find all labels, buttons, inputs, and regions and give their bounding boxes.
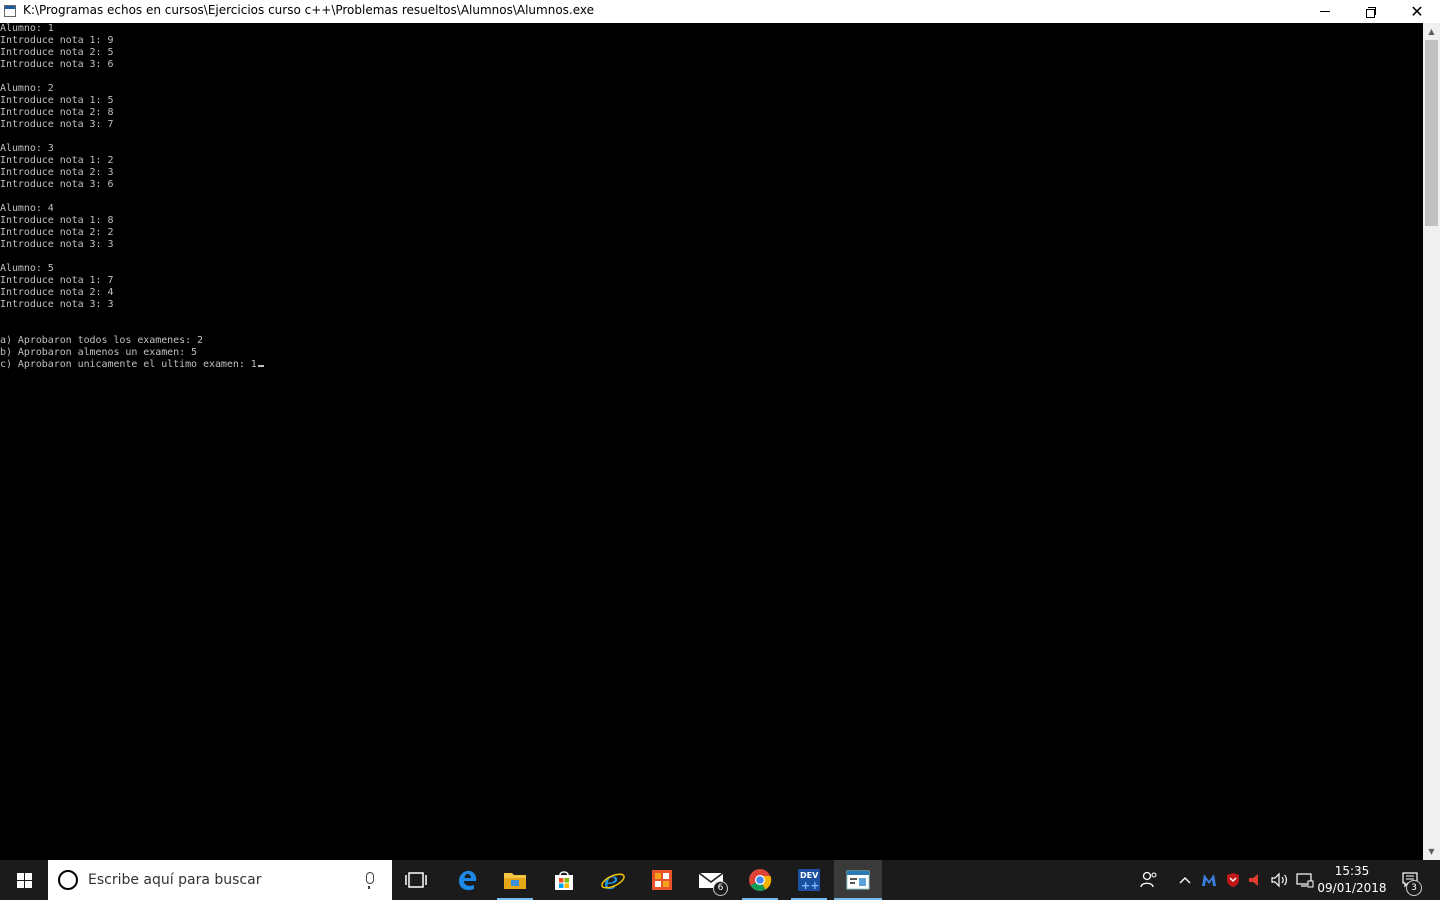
console-app-icon[interactable]: [4, 5, 16, 17]
microphone-icon[interactable]: [366, 872, 374, 889]
tray-malwarebytes[interactable]: [1199, 860, 1219, 900]
volume-icon: [1271, 872, 1287, 888]
tray-mcafee[interactable]: [1223, 860, 1243, 900]
clock-time: 15:35: [1334, 864, 1370, 878]
vertical-scrollbar[interactable]: ▲ ▼: [1423, 23, 1440, 860]
arrow-down-icon: ▼: [1428, 847, 1435, 856]
taskbar-file-explorer[interactable]: [491, 860, 539, 900]
people-button[interactable]: [1136, 860, 1162, 900]
office-app-icon: [652, 870, 672, 890]
restore-icon: [1366, 6, 1376, 18]
show-hidden-icons-button[interactable]: [1174, 860, 1196, 900]
taskbar-mail[interactable]: 6: [687, 860, 735, 900]
console-window-icon: [846, 870, 870, 890]
taskbar-console-app[interactable]: [834, 860, 882, 900]
task-view-icon: [405, 872, 427, 888]
tray-audio-app[interactable]: [1245, 860, 1265, 900]
taskbar-clock[interactable]: 15:35 09/01/2018: [1312, 860, 1392, 900]
shield-icon: [1227, 873, 1239, 887]
speaker-red-icon: [1249, 874, 1258, 886]
arrow-up-icon: ▲: [1428, 27, 1435, 36]
search-placeholder: Escribe aquí para buscar: [88, 872, 262, 888]
taskbar-internet-explorer[interactable]: e: [589, 860, 637, 900]
clock-date: 09/01/2018: [1317, 881, 1387, 895]
minimize-icon: [1320, 11, 1330, 12]
taskbar-edge[interactable]: [443, 860, 491, 900]
chevron-up-icon: [1179, 877, 1191, 884]
notification-count-badge: 3: [1406, 880, 1422, 896]
window-title: K:\Programas echos en cursos\Ejercicios …: [23, 3, 595, 17]
cortana-icon: [58, 870, 78, 890]
task-view-button[interactable]: [392, 860, 440, 900]
close-button[interactable]: ✕: [1394, 0, 1440, 23]
console-lines: Alumno: 1 Introduce nota 1: 9 Introduce …: [0, 23, 257, 370]
windows-logo-icon: [16, 872, 32, 888]
start-button[interactable]: [0, 860, 48, 900]
volume-button[interactable]: [1269, 860, 1291, 900]
console-text: Alumno: 1 Introduce nota 1: 9 Introduce …: [0, 23, 1423, 371]
malwarebytes-icon: [1202, 874, 1216, 886]
folder-icon: [504, 873, 526, 889]
people-icon: [1140, 871, 1157, 888]
taskbar-store[interactable]: [540, 860, 588, 900]
store-bag-icon: [555, 871, 573, 890]
mail-badge: 6: [713, 881, 728, 896]
window-title-bar[interactable]: K:\Programas echos en cursos\Ejercicios …: [0, 0, 1440, 23]
taskbar: Escribe aquí para buscar e 6 DEV ++ 15:3…: [0, 860, 1440, 900]
dev-cpp-icon: DEV++: [798, 869, 820, 892]
taskbar-office[interactable]: [638, 860, 686, 900]
chrome-icon: [749, 869, 772, 891]
taskbar-dev-cpp[interactable]: DEV ++: [785, 860, 833, 900]
internet-explorer-icon: e: [601, 868, 625, 892]
scroll-thumb[interactable]: [1425, 40, 1438, 226]
console-output-area[interactable]: Alumno: 1 Introduce nota 1: 9 Introduce …: [0, 23, 1423, 860]
text-cursor: [257, 365, 264, 367]
taskbar-search-box[interactable]: Escribe aquí para buscar: [48, 860, 392, 900]
svg-text:++: ++: [801, 879, 819, 892]
taskbar-chrome[interactable]: [736, 860, 784, 900]
scroll-up-button[interactable]: ▲: [1423, 23, 1440, 40]
edge-icon: [459, 870, 477, 891]
scroll-down-button[interactable]: ▼: [1423, 843, 1440, 860]
restore-button[interactable]: [1348, 0, 1394, 23]
minimize-button[interactable]: [1302, 0, 1348, 23]
close-icon: ✕: [1410, 1, 1424, 21]
